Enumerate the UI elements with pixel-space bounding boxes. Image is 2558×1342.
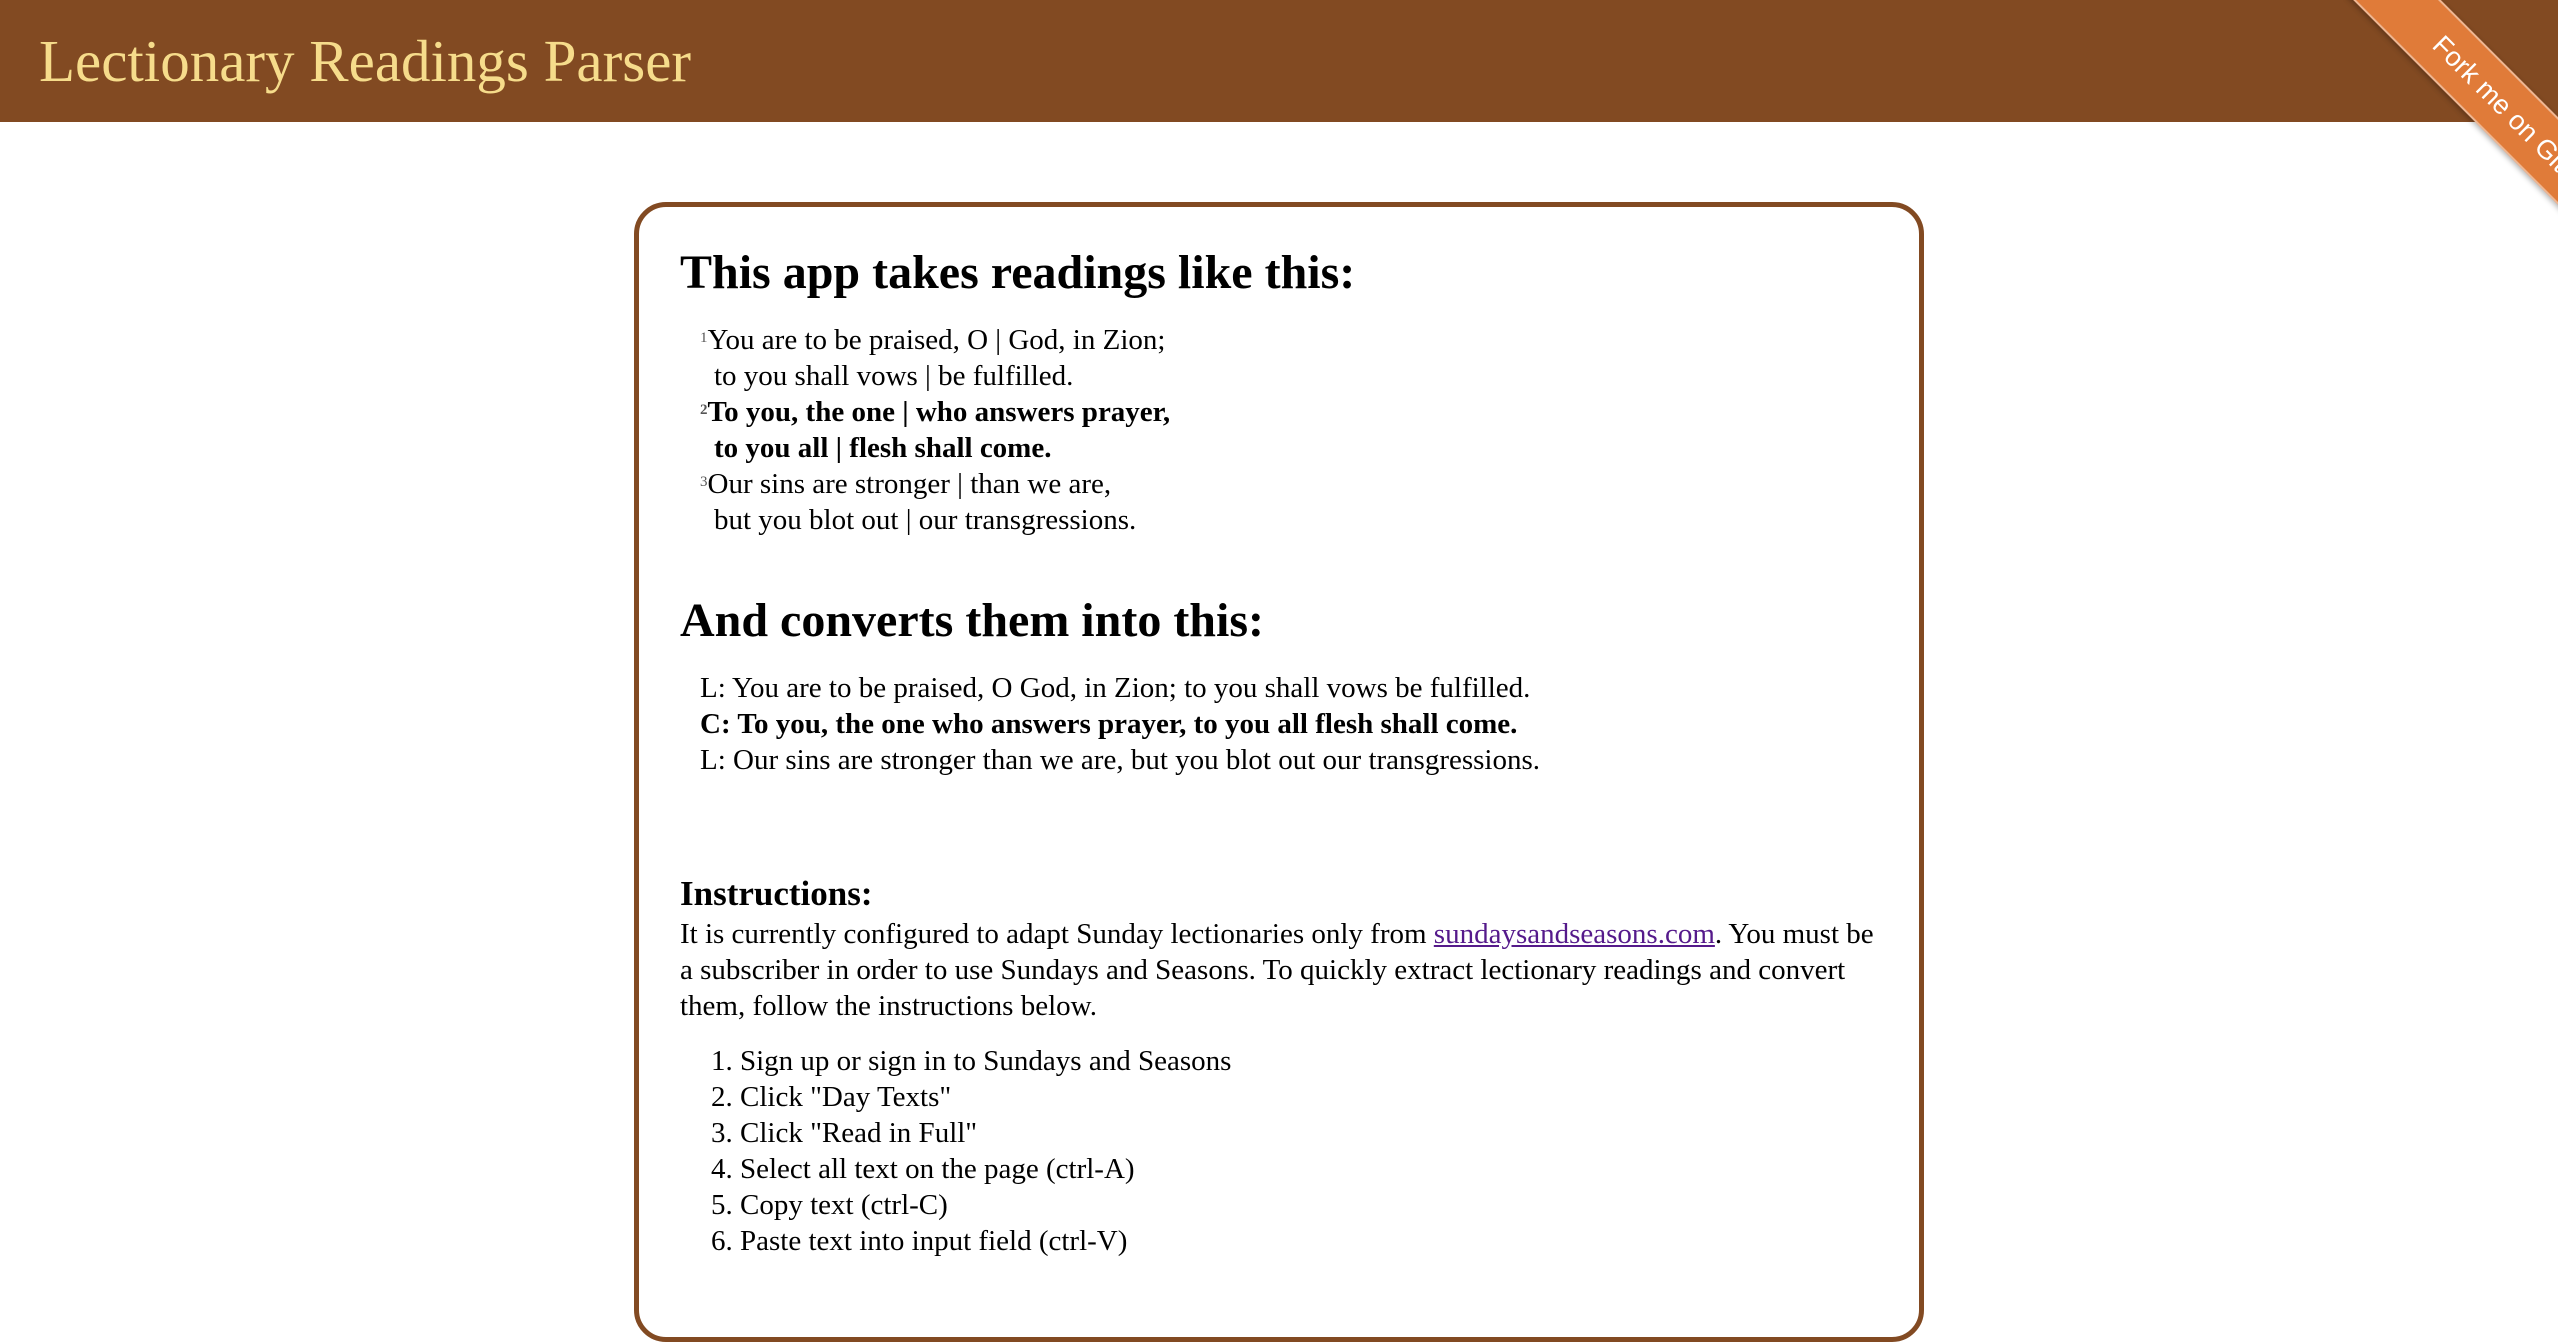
example-output-heading: And converts them into this: [680,594,1264,647]
psalm-line-text: To you, the one | who answers prayer, [707,396,1171,428]
verse-number: 3 [700,474,708,490]
instruction-step: Paste text into input field (ctrl-V) [740,1223,1231,1259]
converted-line: C: To you, the one who answers prayer, t… [700,708,1518,740]
verse-number: 1 [700,330,708,346]
psalm-line: 1You are to be praised, O | God, in Zion… [700,322,1170,358]
psalm-line: 2To you, the one | who answers prayer, [700,394,1170,430]
instruction-step: Select all text on the page (ctrl-A) [740,1151,1231,1187]
github-ribbon-container: Fork me on GitHub [2268,0,2558,290]
sundays-and-seasons-link[interactable]: sundaysandseasons.com [1434,918,1715,950]
psalm-line: to you shall vows | be fulfilled. [700,358,1170,394]
example-input-heading: This app takes readings like this: [680,246,1356,299]
instructions-steps-list: Sign up or sign in to Sundays and Season… [680,1043,1231,1259]
psalm-line-text: but you blot out | our transgressions. [714,504,1137,536]
instruction-step: Sign up or sign in to Sundays and Season… [740,1043,1231,1079]
example-converted-output: L: You are to be praised, O God, in Zion… [700,670,1540,778]
psalm-line-text: You are to be praised, O | God, in Zion; [707,324,1166,356]
psalm-line-text: to you all | flesh shall come. [714,432,1052,464]
instructions-intro-text: It is currently configured to adapt Sund… [680,918,1434,950]
converted-line: L: Our sins are stronger than we are, bu… [700,744,1541,776]
instruction-step: Copy text (ctrl-C) [740,1187,1231,1223]
verse-number: 2 [700,402,708,418]
fork-on-github-ribbon[interactable]: Fork me on GitHub [2347,0,2558,290]
example-psalm-input: 1You are to be praised, O | God, in Zion… [700,322,1170,538]
converted-line: L: You are to be praised, O God, in Zion… [700,672,1531,704]
instructions-intro: It is currently configured to adapt Sund… [680,916,1880,1024]
app-header: Lectionary Readings Parser [0,0,2558,122]
psalm-line-text: Our sins are stronger | than we are, [707,468,1112,500]
psalm-line: to you all | flesh shall come. [700,430,1170,466]
instruction-step: Click "Day Texts" [740,1079,1231,1115]
psalm-line: but you blot out | our transgressions. [700,502,1170,538]
psalm-line: 3Our sins are stronger | than we are, [700,466,1170,502]
app-title: Lectionary Readings Parser [39,28,692,94]
instruction-step: Click "Read in Full" [740,1115,1231,1151]
instructions-heading: Instructions: [680,874,873,913]
psalm-line-text: to you shall vows | be fulfilled. [714,360,1074,392]
